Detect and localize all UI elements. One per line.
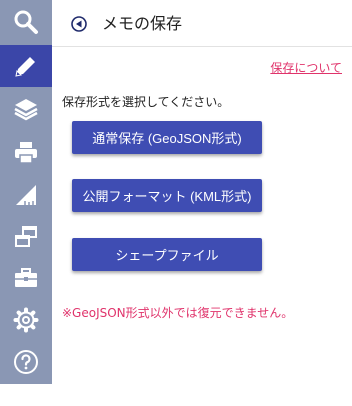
sidebar-item-settings[interactable] xyxy=(0,299,52,341)
gear-icon xyxy=(13,307,39,333)
page-title: メモの保存 xyxy=(102,14,183,33)
save-geojson-button[interactable]: 通常保存 (GeoJSON形式) xyxy=(72,121,262,154)
save-shapefile-button[interactable]: シェープファイル xyxy=(72,238,262,271)
sidebar xyxy=(0,0,52,384)
sidebar-item-layers[interactable] xyxy=(0,88,52,130)
layers-icon xyxy=(14,99,38,121)
back-icon[interactable] xyxy=(71,16,87,32)
sidebar-item-windows[interactable] xyxy=(0,216,52,258)
help-link[interactable]: 保存について xyxy=(270,61,342,75)
sidebar-item-search[interactable] xyxy=(0,1,52,43)
windows-icon xyxy=(15,226,37,247)
sidebar-item-print[interactable] xyxy=(0,131,52,173)
save-kml-button[interactable]: 公開フォーマット (KML形式) xyxy=(72,179,262,212)
panel-header: メモの保存 xyxy=(52,0,352,47)
sidebar-item-tools[interactable] xyxy=(0,257,52,299)
help-icon xyxy=(14,350,38,374)
search-icon xyxy=(14,10,38,34)
pencil-icon xyxy=(15,57,35,77)
toolbox-icon xyxy=(15,268,37,287)
memo-save-panel: メモの保存 保存について 保存形式を選択してください。 通常保存 (GeoJSO… xyxy=(52,0,352,384)
sidebar-item-measure[interactable] xyxy=(0,174,52,216)
printer-icon xyxy=(15,142,37,164)
ruler-icon xyxy=(16,185,36,205)
restore-note: ※GeoJSON形式以外では復元できません。 xyxy=(62,306,294,320)
instruction-text: 保存形式を選択してください。 xyxy=(62,95,230,109)
sidebar-item-memo[interactable] xyxy=(0,45,52,87)
sidebar-item-help[interactable] xyxy=(0,341,52,383)
